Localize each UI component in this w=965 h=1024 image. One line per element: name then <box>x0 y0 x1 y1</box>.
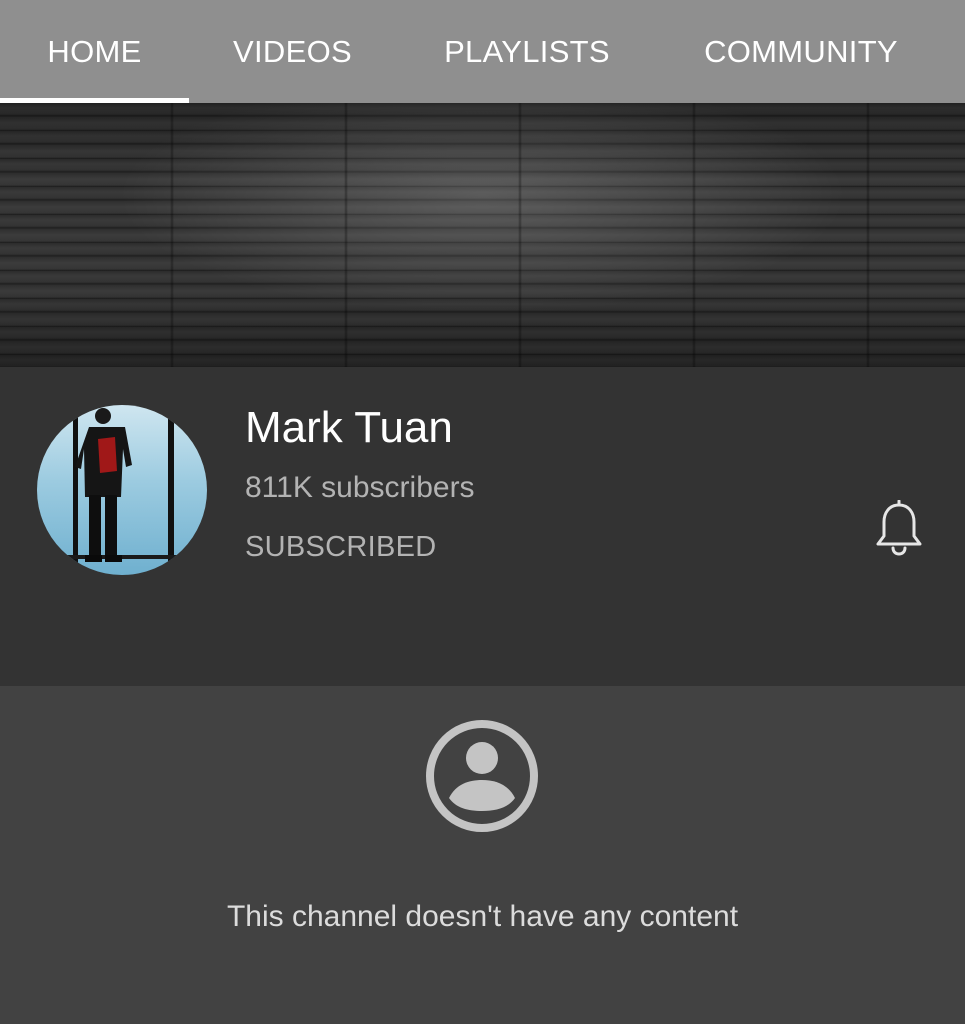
tab-playlists[interactable]: PLAYLISTS <box>418 0 636 103</box>
channel-banner <box>0 103 965 367</box>
tab-videos[interactable]: VIDEOS <box>196 0 389 103</box>
avatar-photo <box>37 405 207 575</box>
tab-community[interactable]: COMMUNITY <box>668 0 934 103</box>
channel-content: This channel doesn't have any content <box>0 686 965 1024</box>
channel-avatar[interactable] <box>37 405 207 575</box>
subscribed-button[interactable]: SUBSCRIBED <box>245 529 437 565</box>
channel-tab-bar: HOME VIDEOS PLAYLISTS COMMUNITY <box>0 0 965 103</box>
bell-icon[interactable] <box>873 499 925 558</box>
channel-name: Mark Tuan <box>245 403 453 452</box>
empty-state-message: This channel doesn't have any content <box>226 900 739 933</box>
account-circle-icon <box>424 718 540 834</box>
subscriber-count: 811K subscribers <box>245 471 475 504</box>
tab-home[interactable]: HOME <box>0 0 189 103</box>
channel-header: Mark Tuan 811K subscribers SUBSCRIBED <box>0 367 965 686</box>
